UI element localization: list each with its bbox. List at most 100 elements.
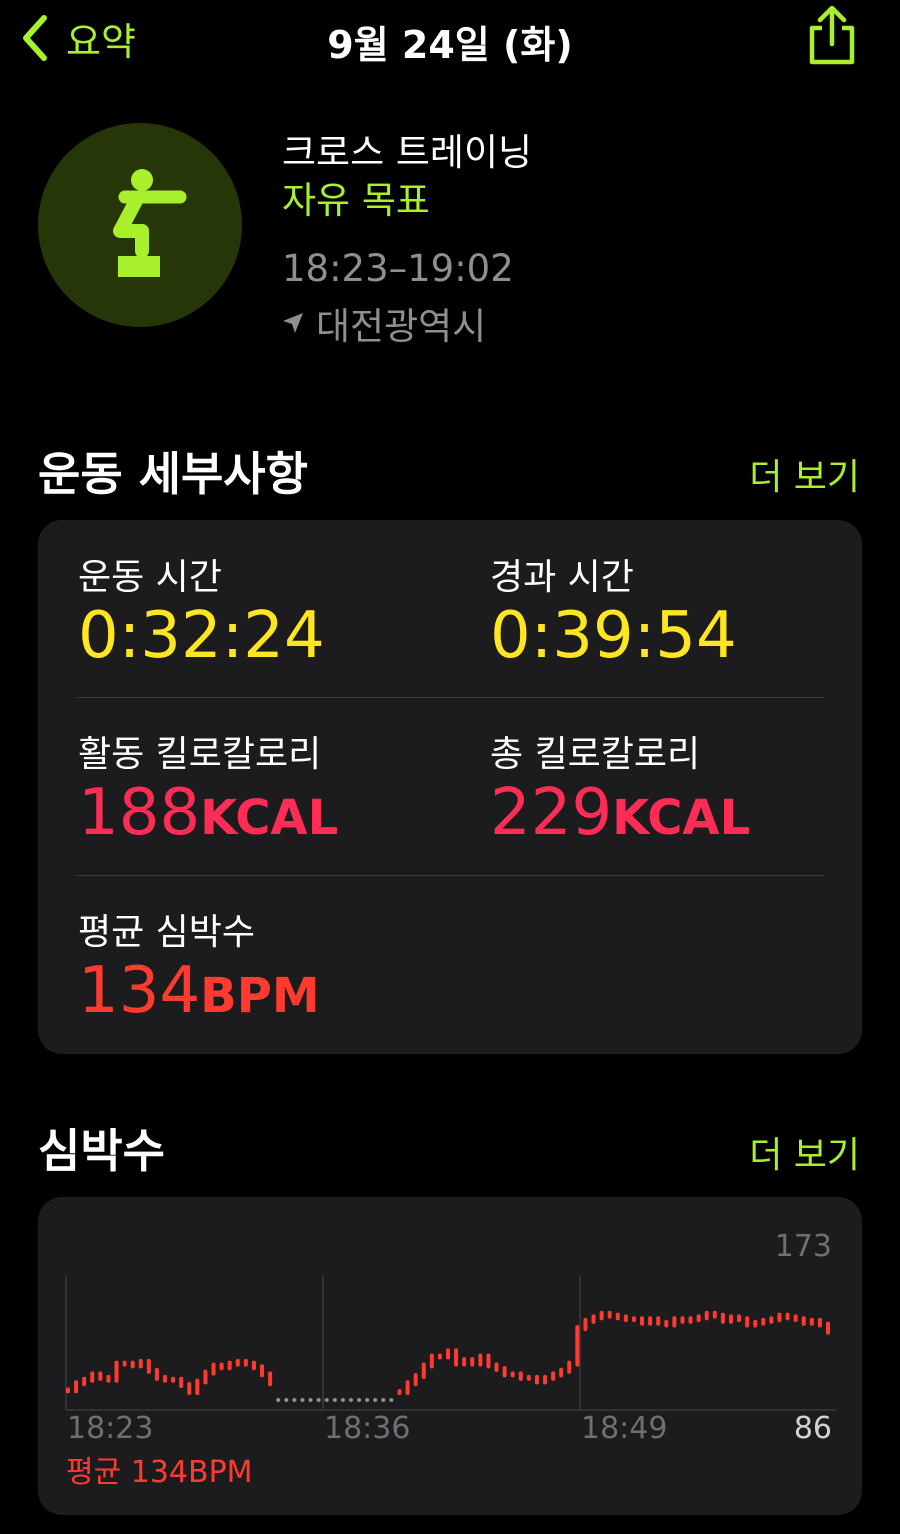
chart-bar [631,1316,636,1323]
chart-bar [648,1316,653,1326]
chart-bar [510,1371,515,1378]
chart-bar [623,1314,628,1323]
chart-bar [154,1367,159,1381]
chart-bar [793,1314,798,1323]
active-kcal-metric: 활동 킬로칼로리 188KCAL [78,725,338,845]
chart-bar [219,1362,224,1371]
chart-bar [583,1317,588,1332]
workout-location: 대전광역시 [282,296,486,350]
chart-bar [138,1358,143,1369]
chart-bar [146,1358,151,1374]
share-icon[interactable] [804,4,860,68]
chart-bar [785,1312,790,1321]
chart-gap-dot [276,1398,281,1402]
chart-bar [227,1360,232,1371]
avg-heart-rate-value: 134BPM [78,959,320,1023]
active-kcal-unit: KCAL [200,790,339,846]
chart-bar [470,1357,475,1367]
chart-bar [575,1325,580,1367]
chart-bar [203,1369,208,1385]
avg-heart-rate-unit: BPM [200,968,320,1024]
location-arrow-icon [283,313,303,333]
chart-bar [122,1360,127,1367]
chart-bar [405,1380,410,1396]
chart-bar [591,1314,596,1324]
chart-bar [179,1376,184,1389]
chart-bar [98,1371,103,1381]
chart-bar [543,1374,548,1385]
x-tick-label: 18:23 [67,1411,154,1446]
divider [76,875,824,876]
chart-bar [251,1360,256,1371]
chart-bar [421,1362,426,1380]
chart-gap-dot [292,1398,297,1402]
chart-bar [66,1387,70,1394]
chart-bar [211,1362,216,1376]
avg-heart-rate-number: 134 [78,954,201,1028]
chart-gap-dot [308,1398,313,1402]
workout-details-more-link[interactable]: 더 보기 [749,448,860,500]
active-kcal-label: 활동 킬로칼로리 [78,734,322,775]
workout-time-range: 18:23–19:02 [282,247,514,290]
cross-training-figure-icon [113,169,187,277]
total-kcal-unit: KCAL [612,790,751,846]
chart-gap-dot [340,1398,345,1402]
chart-bar [114,1360,119,1383]
chart-bar [720,1312,725,1324]
active-kcal-value: 188KCAL [78,781,338,845]
chart-bar [163,1374,168,1383]
chart-bar [745,1316,750,1328]
navigation-bar: 요약 9월 24일 (화) [0,0,900,80]
chart-bar [696,1314,701,1323]
divider [76,697,824,698]
chart-gap-dot [381,1398,386,1402]
chart-bar [82,1376,87,1387]
chart-bar [429,1353,434,1369]
chart-gap-dot [284,1398,289,1402]
workout-details-card[interactable]: 운동 시간 0:32:24 경과 시간 0:39:54 활동 킬로칼로리 188… [38,520,862,1054]
chart-bar [518,1371,523,1381]
chart-bar [640,1316,645,1326]
chart-gap-dot [324,1398,329,1402]
heart-rate-card[interactable]: 173 18:23 18:36 18:49 86 평균 134BPM [38,1197,862,1515]
x-tick-label: 18:49 [581,1411,668,1446]
workout-time-label: 운동 시간 [78,557,222,598]
elapsed-time-value: 0:39:54 [490,599,737,673]
chart-bar [90,1371,95,1383]
chart-bar [74,1380,79,1394]
chart-bar [106,1374,111,1383]
chart-bar [737,1314,742,1323]
chart-bar [534,1374,539,1385]
chart-bar [486,1353,491,1369]
chart-bar [171,1376,176,1383]
chart-bar [753,1319,758,1328]
chart-gap-dot [316,1398,321,1402]
chart-bar [809,1317,814,1326]
heart-rate-more-link[interactable]: 더 보기 [749,1126,860,1178]
chart-bar [413,1373,418,1387]
chart-bar [712,1310,717,1319]
total-kcal-label: 총 킬로칼로리 [490,734,701,775]
chart-bar [680,1316,685,1324]
avg-heart-rate-metric: 평균 심박수 134BPM [78,903,320,1023]
chart-bar [187,1382,192,1396]
chart-bar [397,1389,402,1396]
avg-heart-rate-label: 평균 심박수 [78,912,256,953]
active-kcal-number: 188 [78,776,201,850]
total-kcal-number: 229 [490,776,613,850]
chart-gap-dot [357,1398,362,1402]
hr-min-label: 86 [793,1411,832,1446]
chart-bar [559,1367,564,1378]
chart-bar [268,1371,273,1387]
chart-gap-dot [332,1398,337,1402]
x-tick-label: 18:36 [324,1411,411,1446]
chart-bar [672,1316,677,1328]
chart-bar [478,1353,483,1367]
chart-bar [607,1310,612,1319]
heart-rate-title: 심박수 [38,1124,165,1178]
chart-bar [728,1314,733,1324]
chart-gap-dot [365,1398,370,1402]
chart-bar [551,1371,556,1381]
chart-bar [502,1366,507,1378]
chart-bar [446,1348,450,1360]
